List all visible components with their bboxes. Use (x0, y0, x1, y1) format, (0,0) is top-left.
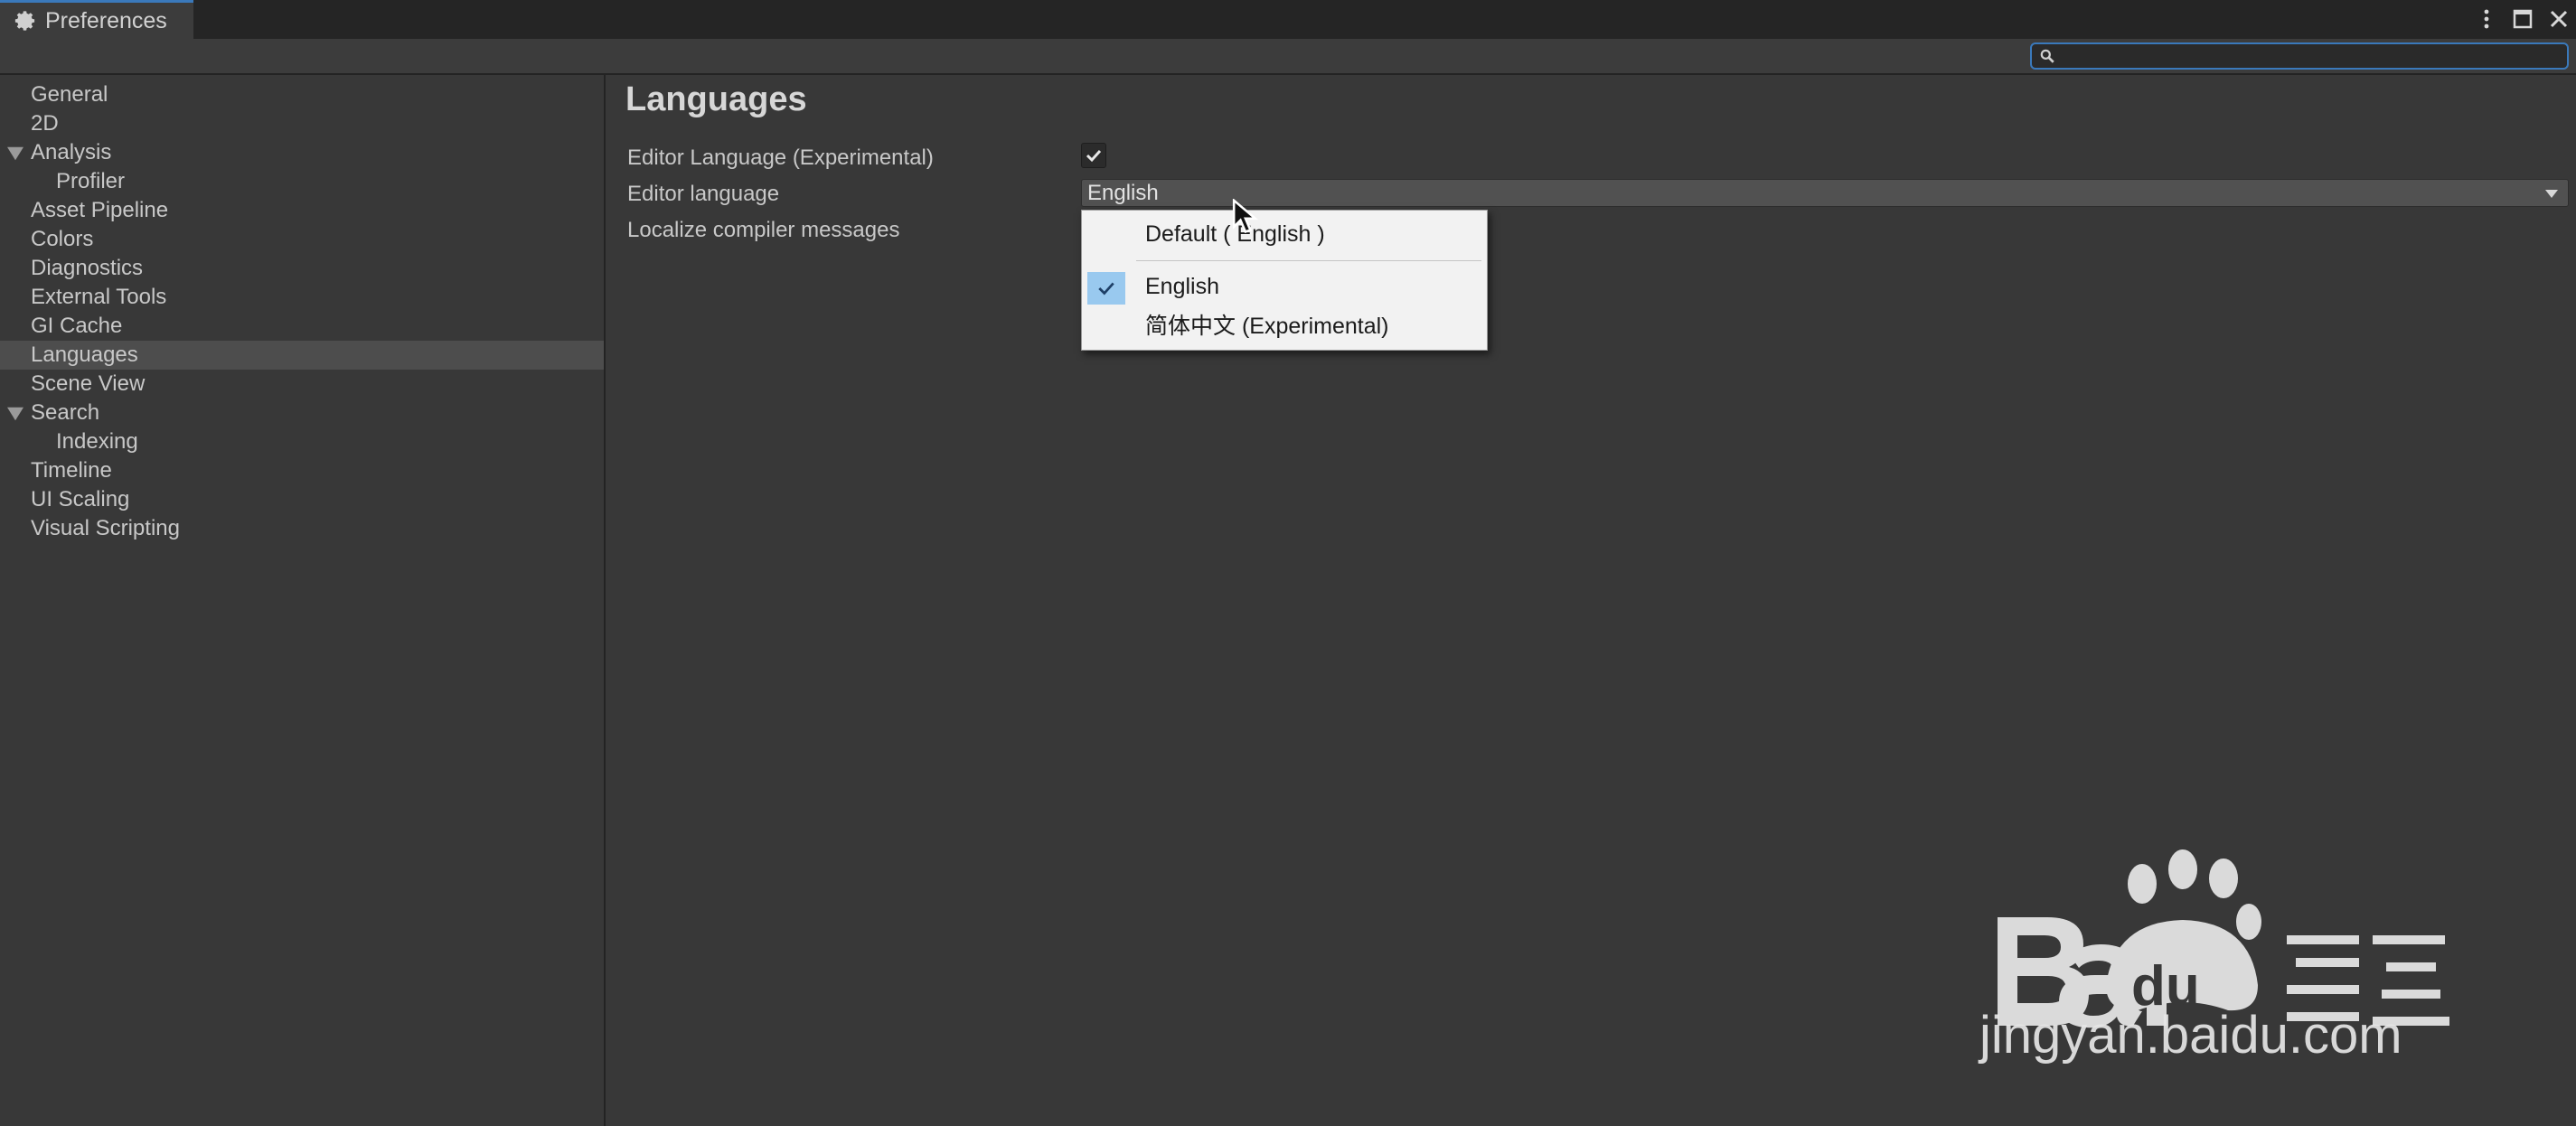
sidebar-item-timeline[interactable]: Timeline (0, 456, 604, 485)
selected-check-cell (1087, 272, 1125, 305)
sidebar-item-label: 2D (31, 111, 59, 136)
tab-preferences[interactable]: Preferences (0, 0, 193, 39)
localize-compiler-messages-label: Localize compiler messages (627, 218, 900, 242)
editor-language-dropdown[interactable]: English (1081, 179, 2569, 207)
sidebar-item-label: GI Cache (31, 314, 123, 338)
sidebar-item-scene-view[interactable]: Scene View (0, 370, 604, 399)
editor-language-experimental-label: Editor Language (Experimental) (627, 145, 934, 170)
preferences-window: Preferences General 2D Analysis Profiler… (0, 0, 2576, 1126)
menu-item-english[interactable]: English (1082, 268, 1487, 305)
menu-separator (1136, 260, 1481, 261)
kebab-menu-icon (2484, 9, 2489, 29)
page-title: Languages (625, 80, 807, 118)
sidebar-item-label: Profiler (56, 169, 126, 193)
search-icon (2040, 49, 2054, 63)
sidebar-item-indexing[interactable]: Indexing (0, 427, 604, 456)
sidebar-item-ui-scaling[interactable]: UI Scaling (0, 485, 604, 514)
close-icon (2550, 10, 2568, 28)
sidebar-item-visual-scripting[interactable]: Visual Scripting (0, 514, 604, 543)
editor-language-value: English (1087, 180, 1159, 205)
sidebar-item-label: Timeline (31, 458, 112, 483)
sidebar-item-search[interactable]: Search (0, 399, 604, 427)
menu-item-label: English (1145, 273, 1219, 299)
sidebar-item-label: Analysis (31, 140, 112, 164)
sidebar-item-label: Languages (31, 342, 138, 367)
maximize-icon (2513, 9, 2533, 29)
sidebar-item-2d[interactable]: 2D (0, 109, 604, 138)
watermark-url: jingyan.baidu.com (1979, 1006, 2402, 1065)
window-controls (2475, 4, 2571, 34)
sidebar-item-label: Scene View (31, 371, 146, 396)
search-box[interactable] (2030, 42, 2569, 70)
search-input[interactable] (2059, 43, 2551, 69)
expand-triangle-icon[interactable] (7, 145, 24, 162)
editor-language-label: Editor language (627, 182, 780, 206)
sidebar-item-label: Search (31, 400, 100, 425)
sidebar-item-label: Indexing (56, 429, 138, 454)
sidebar-item-profiler[interactable]: Profiler (0, 167, 604, 196)
language-dropdown-menu: Default ( English ) English 简体中文 (Experi… (1081, 210, 1488, 351)
sidebar-item-diagnostics[interactable]: Diagnostics (0, 254, 604, 283)
menu-item-default-english[interactable]: Default ( English ) (1082, 216, 1487, 252)
sidebar-item-languages[interactable]: Languages (0, 341, 604, 370)
sidebar-item-colors[interactable]: Colors (0, 225, 604, 254)
sidebar-item-label: Colors (31, 227, 94, 251)
mouse-cursor-icon (1232, 199, 1258, 233)
editor-language-experimental-checkbox[interactable] (1081, 143, 1106, 168)
sidebar-item-label: Visual Scripting (31, 516, 180, 540)
sidebar-item-asset-pipeline[interactable]: Asset Pipeline (0, 196, 604, 225)
sidebar-item-label: Diagnostics (31, 256, 144, 280)
sidebar-item-analysis[interactable]: Analysis (0, 138, 604, 167)
more-options-button[interactable] (2475, 7, 2498, 31)
checkmark-icon (1098, 282, 1114, 296)
sidebar: General 2D Analysis Profiler Asset Pipel… (0, 75, 606, 1126)
close-button[interactable] (2547, 7, 2571, 31)
tab-title: Preferences (45, 7, 167, 33)
sidebar-item-label: Asset Pipeline (31, 198, 169, 222)
toolbar (0, 39, 2576, 75)
sidebar-item-label: General (31, 82, 108, 107)
menu-item-simplified-chinese[interactable]: 简体中文 (Experimental) (1082, 306, 1487, 342)
gear-icon (14, 11, 35, 31)
checkmark-icon (1086, 149, 1102, 163)
chevron-down-icon (2545, 190, 2558, 198)
window-tab-bar: Preferences (0, 0, 2576, 39)
expand-triangle-icon[interactable] (7, 406, 24, 422)
sidebar-item-external-tools[interactable]: External Tools (0, 283, 604, 312)
sidebar-item-gi-cache[interactable]: GI Cache (0, 312, 604, 341)
sidebar-item-label: External Tools (31, 285, 167, 309)
sidebar-item-label: UI Scaling (31, 487, 130, 511)
sidebar-item-general[interactable]: General (0, 80, 604, 109)
menu-item-label: 简体中文 (Experimental) (1145, 314, 1389, 339)
maximize-button[interactable] (2511, 7, 2534, 31)
